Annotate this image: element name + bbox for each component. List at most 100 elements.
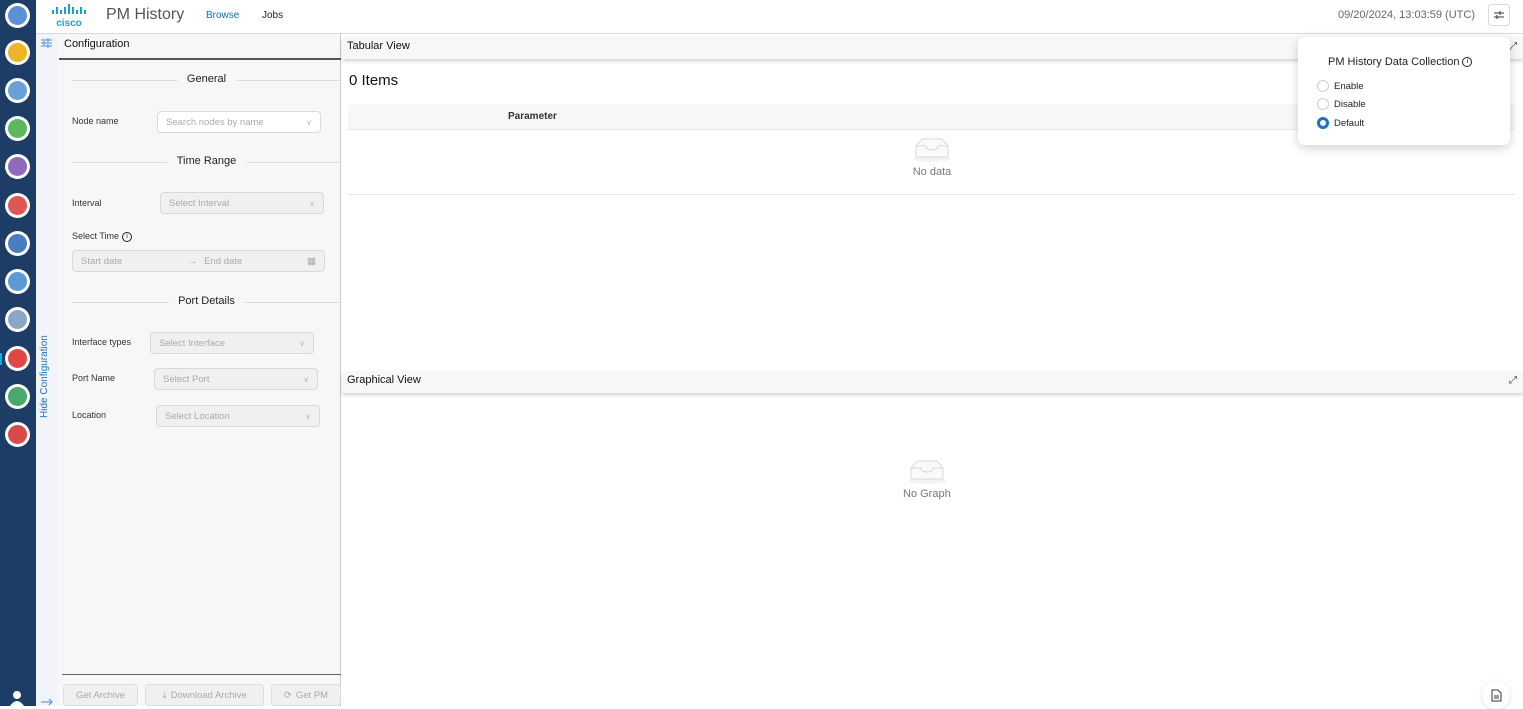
interface-types-placeholder: Select Interface [159,337,226,349]
radio-default[interactable]: Default [1317,117,1364,129]
chevron-down-icon: ∨ [303,374,309,384]
alarm-icon[interactable] [5,193,30,218]
radio-default-label: Default [1334,117,1365,129]
port-name-label: Port Name [72,373,116,383]
port-name-placeholder: Select Port [163,373,210,385]
configuration-panel: Configuration General Node name Search n… [57,34,341,706]
download-icon: ⤓ [162,689,167,701]
refresh-icon: ⟳ [283,689,292,701]
no-graph-text: No Graph [903,488,951,500]
hide-configuration-toggle[interactable]: Hide Configuration [39,335,50,418]
chevron-down-icon: ∨ [306,117,312,127]
empty-inbox-icon [913,138,951,162]
chevron-down-icon: ∨ [299,338,305,348]
tabular-view-title: Tabular View [347,40,410,52]
radio-enable-label: Enable [1334,80,1364,92]
info-icon[interactable]: i [122,231,133,242]
graphical-view-title: Graphical View [347,374,421,386]
dashboard-icon[interactable] [5,231,30,256]
topology-icon[interactable] [5,269,30,294]
radio-disable-label: Disable [1334,98,1366,110]
empty-state: No data [912,137,952,178]
section-general-label: General [176,73,237,85]
section-port-details-label: Port Details [168,295,245,307]
get-archive-label: Get Archive [75,689,126,701]
get-pm-button[interactable]: ⟳ Get PM [271,684,341,706]
import-icon[interactable] [5,78,30,103]
expand-icon[interactable]: ⤢ [1509,41,1517,52]
node-name-label: Node name [72,116,119,126]
calendar-icon: ▦ [306,255,316,267]
cisco-logo: cisco [52,4,86,28]
popover-title-text: PM History Data Collection [1328,56,1460,68]
radio-disable[interactable]: Disable [1317,98,1366,110]
sync-icon[interactable] [5,307,30,332]
get-archive-button[interactable]: Get Archive [63,684,138,706]
download-archive-label: Download Archive [170,689,247,701]
chevron-down-icon: ∨ [305,411,311,421]
select-time-label: Select Time i [72,231,133,242]
sliders-icon [1494,10,1504,19]
radio-button[interactable] [1317,117,1329,129]
download-archive-button[interactable]: ⤓ Download Archive [145,684,264,706]
section-port-details: Port Details [72,295,341,309]
interval-placeholder: Select Interval [169,197,230,209]
app-title: PM History [106,6,185,23]
data-collection-popover: PM History Data Collection i Enable Disab… [1298,37,1510,145]
svg-text:cisco: cisco [56,18,82,28]
add-circuit-icon[interactable] [5,154,30,179]
node-name-select[interactable]: Search nodes by name ∨ [157,111,321,133]
get-pm-label: Get PM [295,689,329,701]
tab-browse[interactable]: Browse [206,10,240,37]
section-time-range: Time Range [72,155,341,169]
expand-icon[interactable]: ⤢ [1509,375,1517,386]
location-label: Location [72,410,107,420]
radio-button[interactable] [1317,80,1329,92]
tab-jobs[interactable]: Jobs [262,10,283,35]
start-date-input[interactable]: Start date [81,256,181,267]
empty-inbox-icon [907,460,946,484]
timestamp: 09/20/2024, 13:03:59 (UTC) [1338,9,1475,21]
user-icon[interactable] [9,690,25,706]
interface-types-select[interactable]: Select Interface ∨ [150,332,314,354]
interval-select[interactable]: Select Interval ∨ [160,192,324,214]
divider [59,58,341,60]
radio-button[interactable] [1317,98,1329,110]
section-time-range-label: Time Range [166,155,247,167]
divider [62,674,341,675]
radio-enable[interactable]: Enable [1317,80,1364,92]
no-data-text: No data [912,166,952,178]
devices-icon[interactable] [5,40,30,65]
document-button[interactable] [1482,681,1510,709]
date-range-picker[interactable]: Start date → End date ▦ [72,250,325,272]
performance-icon[interactable] [5,346,30,371]
inventory-icon[interactable] [5,116,30,141]
document-icon [1491,689,1501,701]
port-name-select[interactable]: Select Port ∨ [154,368,318,390]
interval-label: Interval [72,198,102,208]
arrow-right-icon[interactable] [41,698,53,706]
end-date-input[interactable]: End date [204,256,300,267]
section-general: General [72,73,341,87]
node-name-placeholder: Search nodes by name [166,116,264,128]
graphical-view-header: Graphical View ⤢ [342,371,1523,393]
select-time-text: Select Time [72,231,120,241]
column-header-parameter[interactable]: Parameter [508,111,557,122]
network-icon[interactable] [5,384,30,409]
home-globe-icon[interactable] [5,3,30,28]
graph-empty-state: No Graph [903,459,951,500]
active-indicator [0,353,2,365]
location-select[interactable]: Select Location ∨ [156,405,320,427]
info-icon[interactable]: i [1462,57,1473,68]
app-nav-rail [0,0,36,706]
app-header: cisco PM History Browse Jobs 09/20/2024,… [36,0,1523,37]
interface-types-label: Interface types [72,337,132,347]
arrow-right-icon: → [187,255,198,267]
config-title: Configuration [64,38,130,50]
filter-sliders-icon[interactable] [41,38,52,48]
chevron-down-icon: ∨ [309,198,315,208]
pm-history-icon[interactable] [5,422,30,447]
popover-title: PM History Data Collection i [1328,56,1473,68]
settings-button[interactable] [1488,4,1510,26]
items-count: 0 Items [349,72,399,89]
